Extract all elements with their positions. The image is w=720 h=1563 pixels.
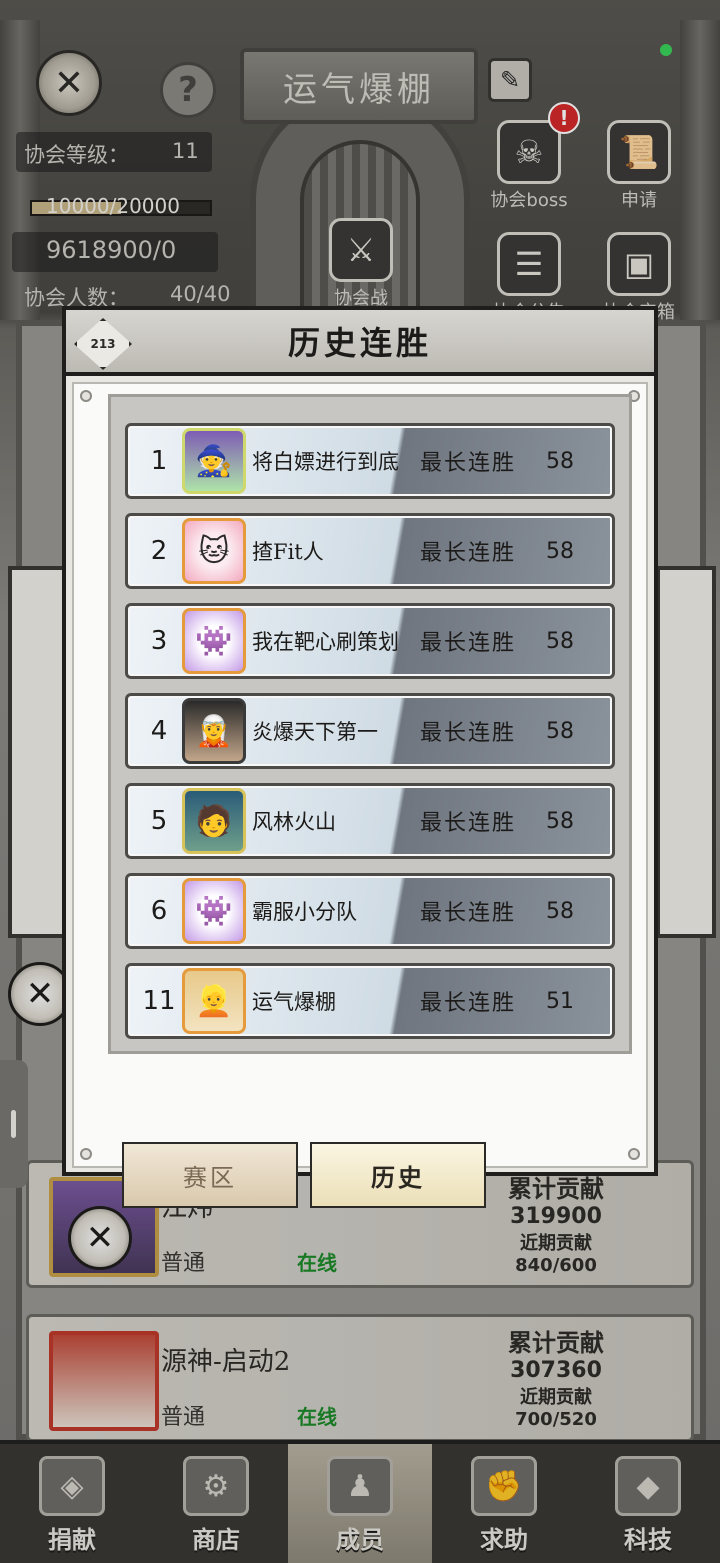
player-name: 我在靶心刷策划: [252, 630, 399, 654]
streak-row[interactable]: 1 🧙 将白嫖进行到底 最长连胜 58: [125, 423, 615, 499]
player-name: 炎爆天下第一: [252, 720, 378, 744]
streak-value: 58: [546, 718, 574, 744]
streak-value: 58: [546, 808, 574, 834]
streak-row[interactable]: 3 👾 我在靶心刷策划 最长连胜 58: [125, 603, 615, 679]
streak-row[interactable]: 2 🐱 揸Fit人 最长连胜 58: [125, 513, 615, 589]
player-name: 运气爆棚: [252, 990, 336, 1014]
streak-label: 最长连胜: [420, 631, 517, 656]
player-name: 霸服小分队: [252, 900, 357, 924]
modal-title: 历史连胜: [287, 324, 432, 362]
tab-history[interactable]: 历史: [310, 1142, 486, 1208]
streak-value: 58: [546, 898, 574, 924]
player-name: 揸Fit人: [252, 540, 324, 564]
streak-label: 最长连胜: [420, 991, 517, 1016]
streak-row[interactable]: 6 👾 霸服小分队 最长连胜 58: [125, 873, 615, 949]
history-streak-modal: 213 历史连胜 1 🧙 将白嫖进行到底 最长连胜 58 2 🐱 揸Fit人 最长连胜 58 3 👾 我…: [62, 306, 658, 1208]
rivet: [628, 1148, 640, 1160]
rank-number: 11: [142, 986, 176, 1016]
streak-row[interactable]: 5 🧑 风林火山 最长连胜 58: [125, 783, 615, 859]
rivet: [80, 390, 92, 402]
rank-number: 3: [150, 626, 168, 656]
streak-value: 58: [546, 448, 574, 474]
player-avatar-icon: 🧝: [182, 698, 246, 764]
streak-row[interactable]: 4 🧝 炎爆天下第一 最长连胜 58: [125, 693, 615, 769]
rank-number: 5: [150, 806, 168, 836]
streak-label: 最长连胜: [420, 811, 517, 836]
player-name: 风林火山: [252, 810, 336, 834]
modal-header: 213 历史连胜: [66, 310, 654, 376]
streak-row[interactable]: 11 👱 运气爆棚 最长连胜 51: [125, 963, 615, 1039]
player-avatar-icon: 🧙: [182, 428, 246, 494]
rivet: [80, 1148, 92, 1160]
streak-value: 58: [546, 538, 574, 564]
modal-body: 1 🧙 将白嫖进行到底 最长连胜 58 2 🐱 揸Fit人 最长连胜 58 3 👾 我在靶心刷策划 最长连…: [72, 382, 648, 1208]
rank-number: 1: [150, 446, 168, 476]
rank-number: 4: [150, 716, 168, 746]
streak-label: 最长连胜: [420, 541, 517, 566]
player-avatar-icon: 🧑: [182, 788, 246, 854]
podium-icon: 213: [74, 318, 132, 370]
streak-value: 58: [546, 628, 574, 654]
streak-label: 最长连胜: [420, 721, 517, 746]
rank-number: 6: [150, 896, 168, 926]
player-avatar-icon: 👱: [182, 968, 246, 1034]
player-avatar-icon: 👾: [182, 608, 246, 674]
rank-number: 2: [150, 536, 168, 566]
tab-region[interactable]: 赛区: [122, 1142, 298, 1208]
player-name: 将白嫖进行到底: [252, 450, 399, 474]
streak-value: 51: [546, 988, 574, 1014]
player-avatar-icon: 🐱: [182, 518, 246, 584]
streak-list[interactable]: 1 🧙 将白嫖进行到底 最长连胜 58 2 🐱 揸Fit人 最长连胜 58 3 👾 我在靶心刷策划 最长连…: [108, 394, 632, 1054]
streak-label: 最长连胜: [420, 901, 517, 926]
streak-label: 最长连胜: [420, 451, 517, 476]
player-avatar-icon: 👾: [182, 878, 246, 944]
